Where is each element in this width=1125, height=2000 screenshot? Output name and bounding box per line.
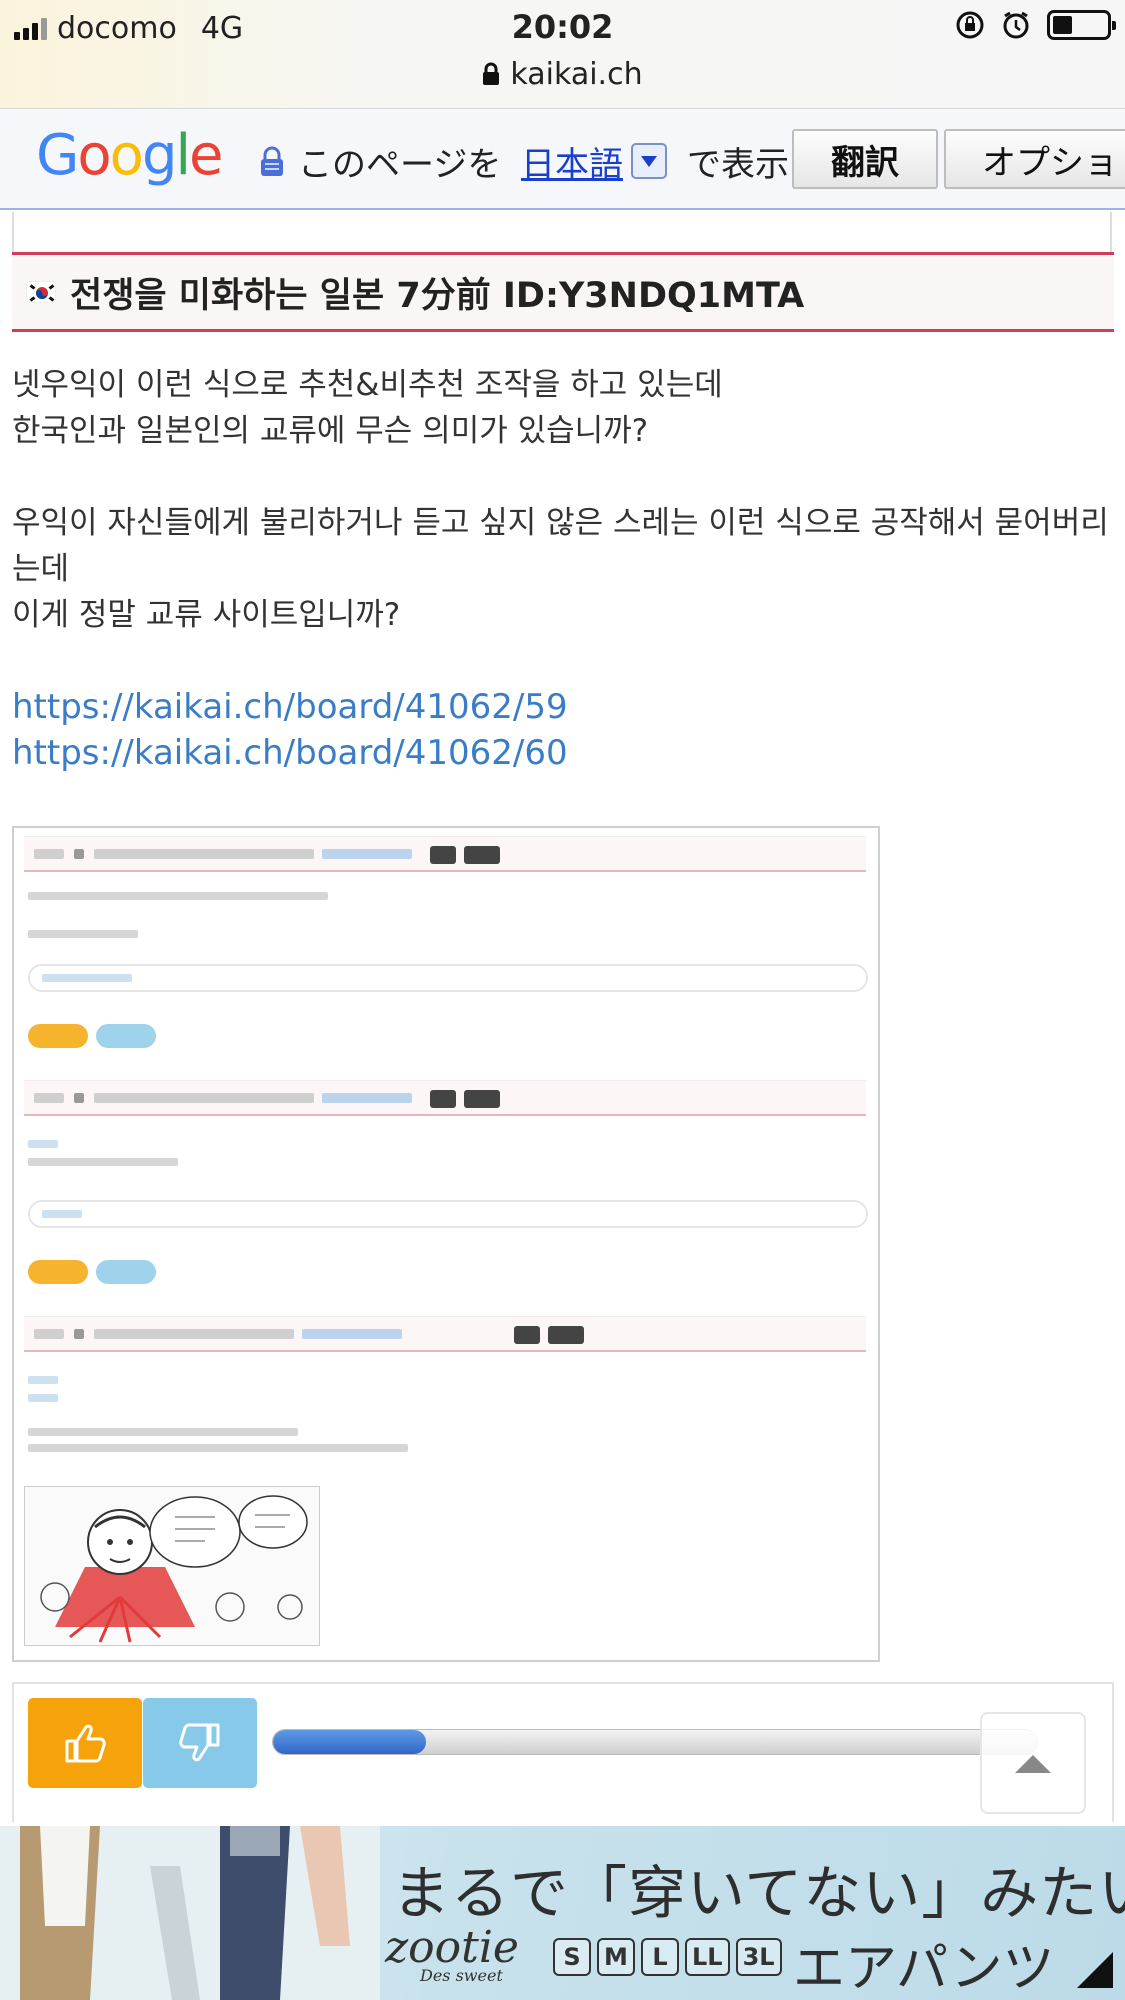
upvote-button[interactable] [28, 1698, 142, 1788]
battery-icon [1047, 10, 1116, 40]
size-badge: S [553, 1938, 591, 1976]
body-line: 한국인과 일본인의 교류에 무슨 의미가 있습니까? [12, 413, 649, 449]
board-link-60[interactable]: https://kaikai.ch/board/41062/60 [12, 730, 1112, 776]
body-line: 우익이 자신들에게 불리하거나 듣고 싶지 않은 스레는 이런 식으로 공작해서… [12, 505, 1109, 541]
body-line: 넷우익이 이런 식으로 추천&비추천 조작을 하고 있는데 [12, 367, 723, 403]
ad-product-name: エアパンツ [793, 1939, 1055, 1999]
ad-model-image [0, 1826, 380, 2000]
ad-brand-tagline: Des sweet [420, 1966, 503, 1985]
thumbs-down-icon [179, 1723, 220, 1762]
previous-post-edge [12, 212, 1112, 252]
size-badge: L [641, 1938, 679, 1976]
alarm-icon [1003, 11, 1029, 39]
ad-corner-triangle-icon[interactable] [1077, 1952, 1113, 1988]
ad-headline: まるで「穿いてない」みたい [392, 1859, 1125, 1927]
body-line: 는데 [12, 551, 70, 587]
language-link[interactable]: 日本語 [521, 137, 623, 186]
translate-button[interactable]: 翻訳 [792, 129, 938, 189]
size-badge: M [597, 1938, 635, 1976]
cartoon-thumbnail-image [24, 1486, 320, 1646]
board-link-59[interactable]: https://kaikai.ch/board/41062/59 [12, 684, 1112, 730]
downvote-button[interactable] [143, 1698, 257, 1788]
chevron-down-icon[interactable] [631, 143, 667, 179]
body-line: 이게 정말 교류 사이트입니까? [12, 597, 401, 633]
size-badge: LL [685, 1938, 730, 1976]
google-logo: Google [36, 123, 224, 188]
scroll-to-top-button[interactable] [980, 1712, 1086, 1814]
post-header-text: 전쟁을 미화하는 일본 7分前 ID:Y3NDQ1MTA [70, 275, 805, 316]
embedded-comment-header [24, 1316, 866, 1352]
lock-icon [483, 62, 500, 85]
options-button[interactable]: オプショ [944, 129, 1125, 189]
rotation-lock-icon [956, 11, 984, 39]
ad-size-list: S M L LL 3L [553, 1938, 782, 1976]
ad-banner[interactable]: まるで「穿いてない」みたい zootie Des sweet S M L LL … [0, 1826, 1125, 2000]
address-bar[interactable]: kaikai.ch [0, 52, 1125, 96]
vote-ratio-bar [272, 1729, 1038, 1755]
status-bar: docomo 4G 20:02 kaikai.ch [0, 0, 1125, 108]
korea-flag-icon [26, 281, 56, 303]
translate-prompt: このページを [298, 145, 502, 185]
post-header: 전쟁을 미화하는 일본 7分前 ID:Y3NDQ1MTA [12, 252, 1114, 332]
google-translate-bar: Google このページを 日本語 で表示 翻訳 オプショ [0, 108, 1125, 210]
embedded-comment-header [24, 836, 866, 872]
embedded-comment-header [24, 1080, 866, 1116]
thumbs-up-icon [65, 1724, 106, 1763]
translate-prompt-suffix: で表示 [687, 145, 789, 185]
arrow-up-icon [1015, 1755, 1051, 1773]
vote-ratio-fill [273, 1730, 426, 1754]
url-text: kaikai.ch [510, 56, 643, 92]
size-badge: 3L [735, 1938, 782, 1976]
secure-lock-icon [261, 146, 283, 176]
body-line [12, 454, 1112, 500]
embedded-screenshot-image[interactable] [12, 826, 880, 1662]
status-right [955, 10, 1116, 40]
post-body: 넷우익이 이런 식으로 추천&비추천 조작을 하고 있는데 한국인과 일본인의 … [12, 362, 1112, 776]
